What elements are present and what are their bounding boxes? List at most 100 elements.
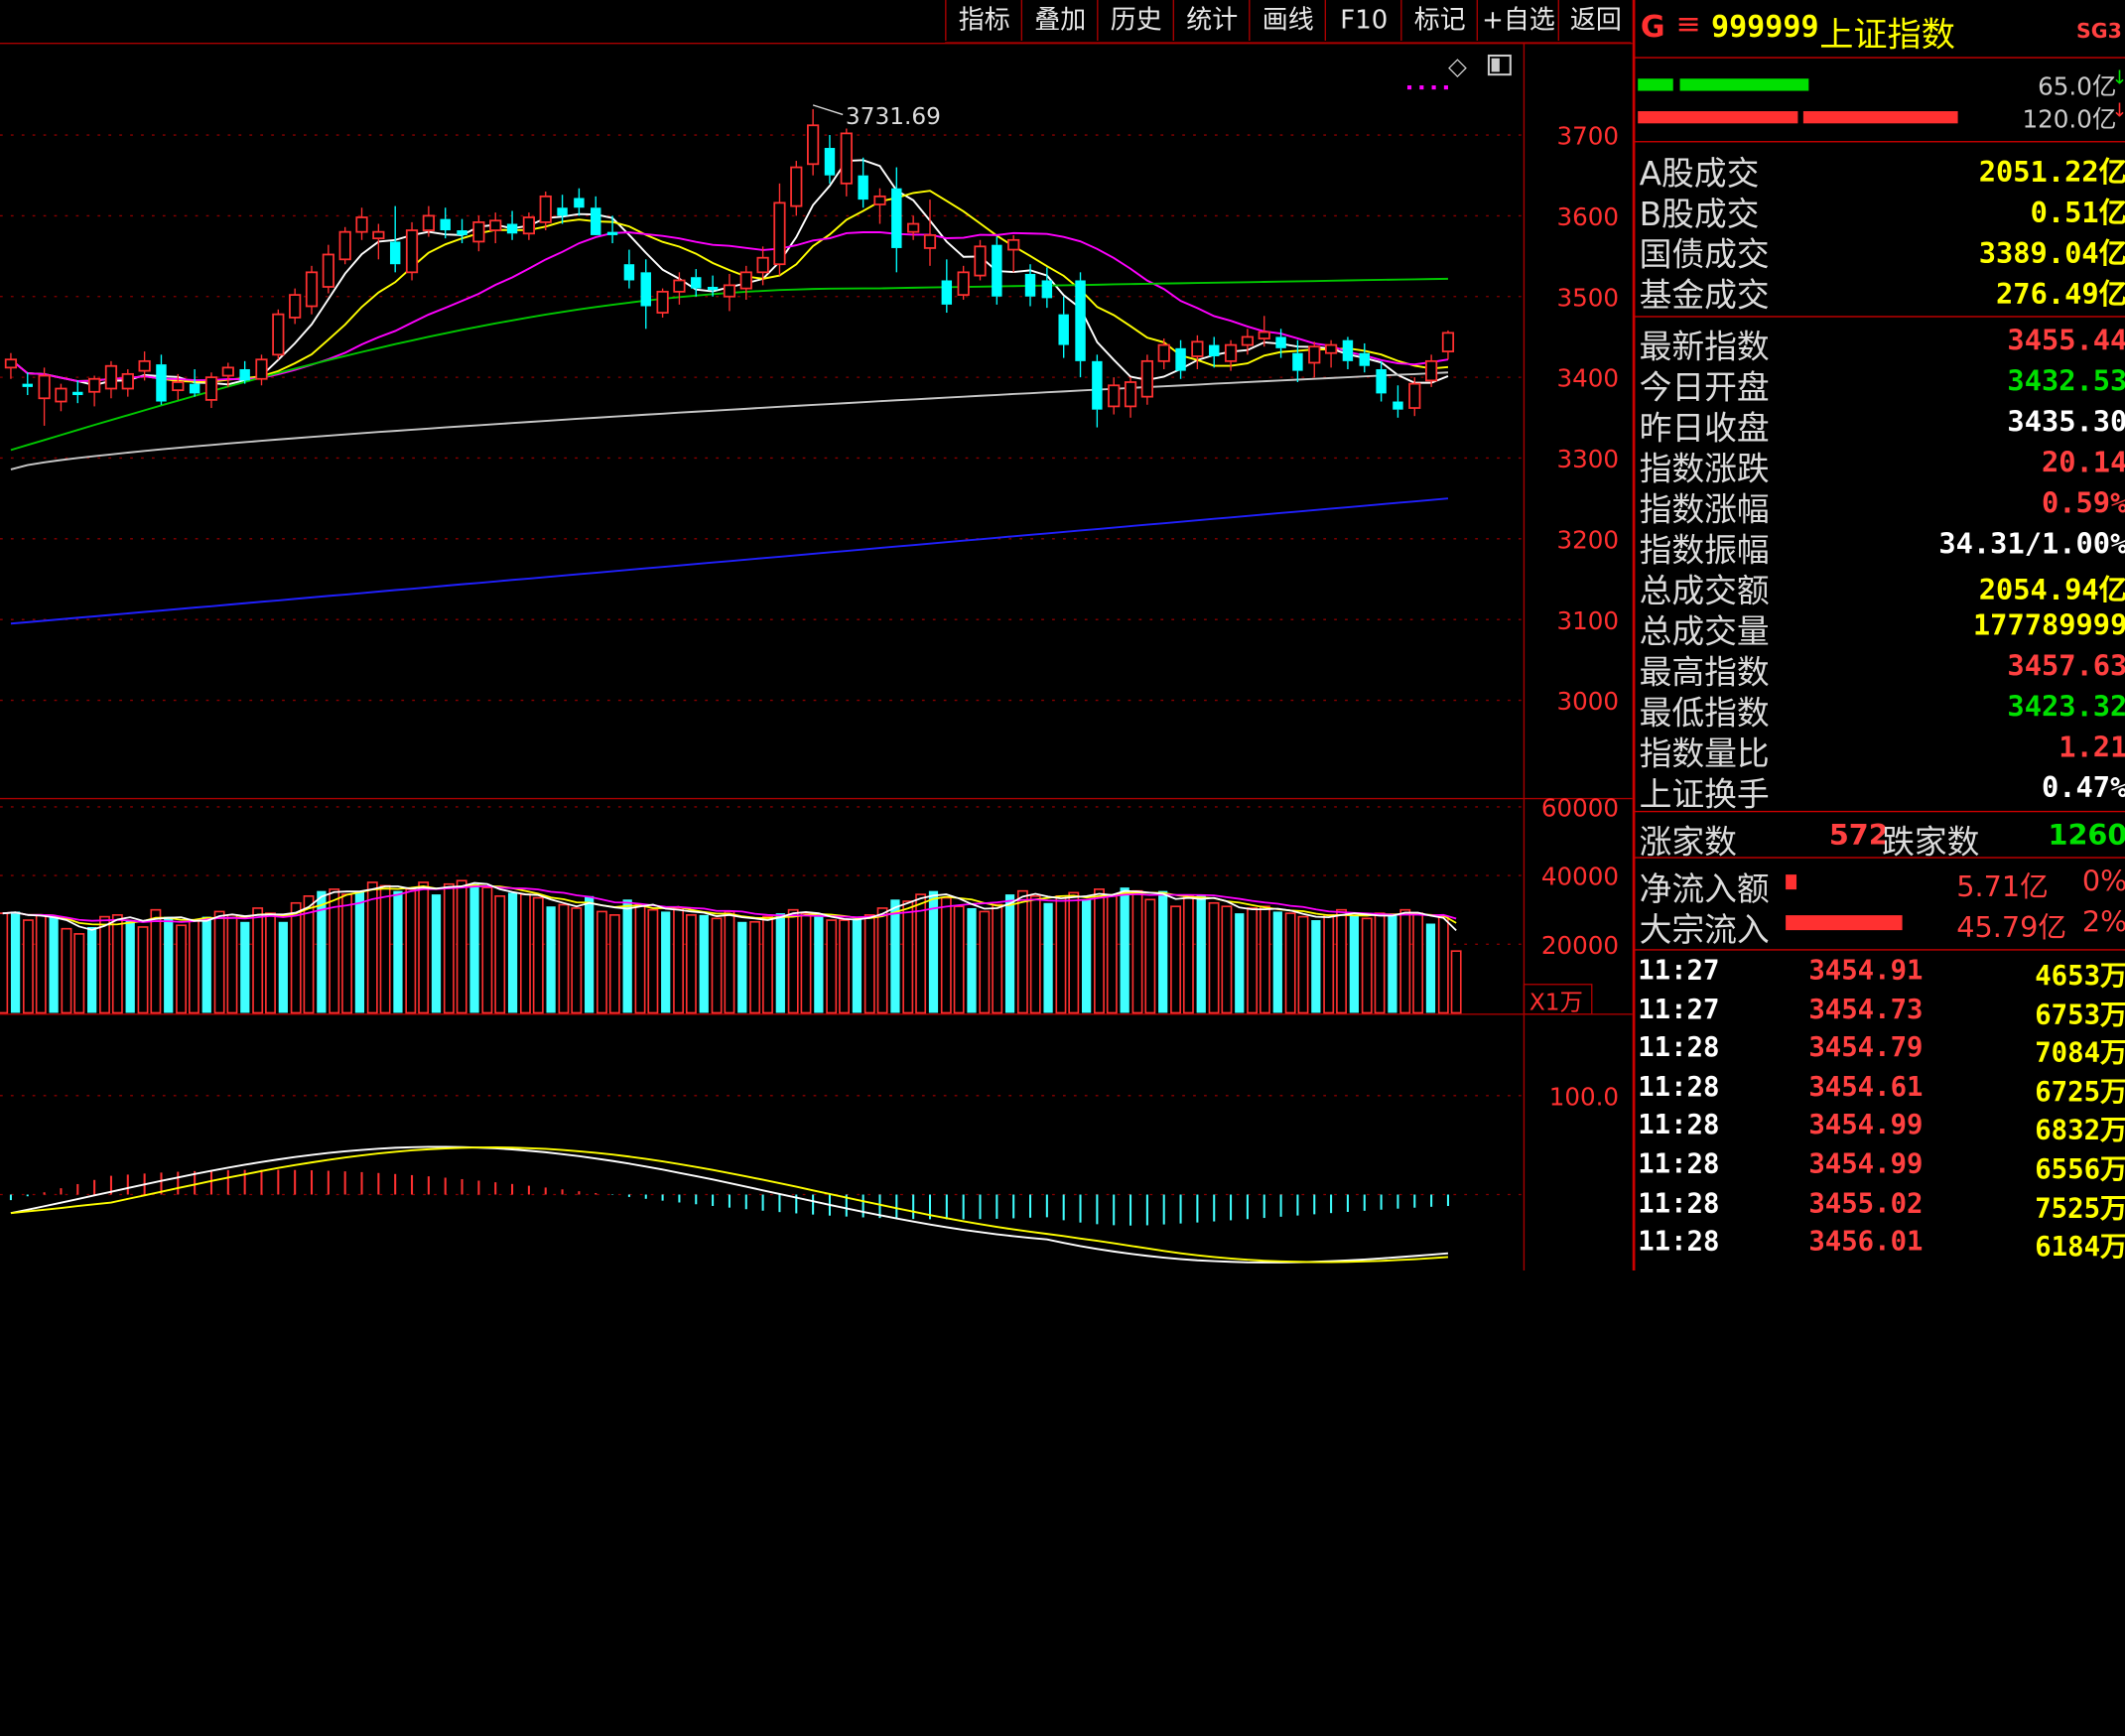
candle-body — [557, 207, 568, 216]
candle-body — [189, 383, 200, 394]
volume-bar — [1311, 920, 1321, 1013]
volume-bar — [265, 912, 276, 1014]
candle — [1175, 339, 1186, 379]
candle — [1007, 234, 1020, 273]
toolbar-button-3[interactable]: 统计 — [1172, 0, 1251, 41]
candle-body — [539, 195, 552, 223]
chart-toolbar: 指标 叠加 历史 统计 画线 F10 标记 +自选 返回 — [945, 0, 1633, 44]
toolbar-button-5[interactable]: F10 — [1324, 0, 1402, 41]
candle — [1308, 341, 1321, 378]
candle-body — [1441, 332, 1455, 352]
candle-body — [1140, 359, 1153, 398]
volume-bar — [87, 926, 97, 1013]
stat-row: A股成交 2051.22亿 — [1635, 147, 2125, 193]
volume-bar — [201, 916, 211, 1013]
stat-row: 最低指数 3423.32 — [1635, 686, 2125, 732]
max-price-label: 3731.69 — [846, 103, 941, 130]
candle-body — [891, 188, 902, 248]
candle-body — [405, 229, 419, 274]
volume-bar — [137, 926, 149, 1014]
flow-row: 净流入额 5.71亿 0% — [1635, 863, 2125, 909]
tick-volume: 6832万 — [2035, 1114, 2125, 1146]
candle-body — [355, 216, 368, 233]
candle — [623, 249, 635, 289]
tick-volume: 7084万 — [2035, 1035, 2125, 1069]
flow-bar — [1786, 915, 1903, 931]
stat-row: 国债成交 3389.04亿 — [1635, 227, 2125, 274]
volume-bar — [481, 886, 493, 1014]
stat-value: 3457.63 — [2007, 649, 2125, 683]
indicator-tick-label: 100.0 — [1549, 1082, 1619, 1111]
tick-price: 3455.02 — [1808, 1185, 1924, 1219]
advance-decline-row: 涨家数 572 跌家数 1260 — [1635, 815, 2125, 861]
candle-body — [522, 216, 535, 235]
toolbar-button-2[interactable]: 历史 — [1097, 0, 1174, 41]
menu-icon[interactable]: ≡ — [1675, 8, 1700, 42]
toolbar-button-7[interactable]: +自选 — [1476, 0, 1559, 41]
app-window: 3700 3600 3500 3400 3300 3200 3100 3000 60000 400… — [0, 0, 2125, 1736]
marker-dot — [1431, 85, 1436, 90]
index-name: 上证指数 — [1819, 15, 1955, 55]
candle — [923, 200, 937, 266]
volume-bar — [1284, 912, 1296, 1014]
tick-row: 11:27 3454.73 6753万 — [1635, 992, 2125, 1029]
volume-bar — [597, 910, 607, 1014]
toolbar-button-1[interactable]: 叠加 — [1020, 0, 1099, 41]
volume-bar — [150, 908, 162, 1014]
volume-bar — [213, 910, 225, 1014]
candle — [121, 368, 134, 397]
volume-bar — [22, 919, 34, 1014]
volume-bar — [469, 883, 479, 1013]
candle — [1342, 336, 1354, 369]
candle-body — [1376, 368, 1387, 394]
volume-bar — [176, 924, 188, 1014]
marker-dot — [1406, 85, 1412, 90]
sell-volume-value: 120.0亿 — [2022, 105, 2117, 135]
candle — [557, 195, 568, 224]
volume-bar — [379, 884, 391, 1014]
candle — [957, 265, 970, 301]
volume-bar — [814, 916, 824, 1013]
stat-row: 指数量比 1.21 — [1635, 727, 2125, 772]
sell-volume-bar — [1638, 111, 1798, 124]
price-tick-label: 3100 — [1557, 606, 1620, 635]
volume-bar — [49, 916, 59, 1013]
stat-value: 20.14 — [2041, 446, 2125, 479]
stat-row: 指数涨幅 0.59% — [1635, 482, 2125, 528]
buy-arrow-icon: ↓ — [2111, 67, 2125, 89]
volume-bar — [1297, 915, 1309, 1014]
kline-chart[interactable]: 3700 3600 3500 3400 3300 3200 3100 3000 60000 400… — [0, 0, 1633, 1270]
stat-value: 3389.04亿 — [1978, 237, 2125, 270]
quote-header: G ≡ 999999 上证指数 SG3 — [1635, 5, 2125, 54]
candle-body — [422, 214, 435, 231]
diamond-icon[interactable]: ◇ — [1448, 52, 1467, 80]
volume-bar — [1004, 894, 1015, 1013]
candle-body — [1425, 359, 1438, 382]
candle — [104, 360, 118, 399]
candle-body — [457, 230, 467, 235]
toolbar-button-4[interactable]: 画线 — [1249, 0, 1326, 41]
volume-bar — [800, 912, 812, 1014]
market-prefix: G — [1640, 10, 1665, 46]
volume-bar — [1120, 887, 1129, 1013]
candle-body — [957, 271, 970, 297]
flow-bar — [1786, 874, 1797, 890]
sell-volume-bar-2 — [1802, 111, 1958, 124]
candle — [38, 367, 51, 426]
candle-body — [756, 256, 769, 274]
candle — [574, 188, 585, 216]
candle — [156, 354, 167, 405]
candle-body — [1058, 314, 1069, 345]
toolbar-button-6[interactable]: 标记 — [1400, 0, 1478, 41]
volume-bar — [341, 893, 353, 1014]
candle-body — [739, 271, 752, 290]
candle-body — [1209, 344, 1220, 356]
volume-bar — [967, 907, 977, 1013]
stat-row: 昨日收盘 3435.30 — [1635, 401, 2125, 447]
candle — [355, 207, 368, 240]
volume-bar — [852, 918, 863, 1013]
flow-row: 大宗流入 45.79亿 2% — [1635, 903, 2125, 950]
toolbar-button-0[interactable]: 指标 — [945, 0, 1022, 41]
toolbar-button-8[interactable]: 返回 — [1557, 0, 1633, 41]
tick-price: 3454.73 — [1808, 992, 1924, 1025]
